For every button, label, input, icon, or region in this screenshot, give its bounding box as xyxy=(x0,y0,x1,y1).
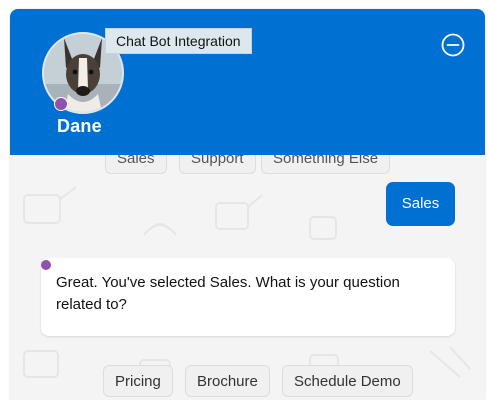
minimize-button[interactable] xyxy=(441,33,465,57)
chat-header: Dane Chat Bot Integration xyxy=(10,9,485,155)
minus-circle-icon xyxy=(441,33,465,57)
quick-reply-brochure[interactable]: Brochure xyxy=(185,365,270,397)
quick-reply-pricing[interactable]: Pricing xyxy=(103,365,173,397)
bot-name: Dane xyxy=(57,116,102,136)
window-title: Chat Bot Integration xyxy=(105,28,252,54)
bot-message-text: Great. You've selected Sales. What is yo… xyxy=(56,274,400,313)
status-indicator xyxy=(54,97,68,111)
chat-body[interactable]: Sales Support Something Else Sales Great… xyxy=(10,155,485,400)
bot-message-indicator xyxy=(41,260,51,270)
user-message: Sales xyxy=(386,182,455,226)
chat-widget: Dane Chat Bot Integration Sales Support … xyxy=(10,9,485,400)
menu-option-support[interactable]: Support xyxy=(179,155,256,174)
bot-message: Great. You've selected Sales. What is yo… xyxy=(41,258,455,336)
menu-option-sales[interactable]: Sales xyxy=(105,155,167,174)
quick-reply-schedule-demo[interactable]: Schedule Demo xyxy=(282,365,413,397)
menu-option-something-else[interactable]: Something Else xyxy=(261,155,391,174)
